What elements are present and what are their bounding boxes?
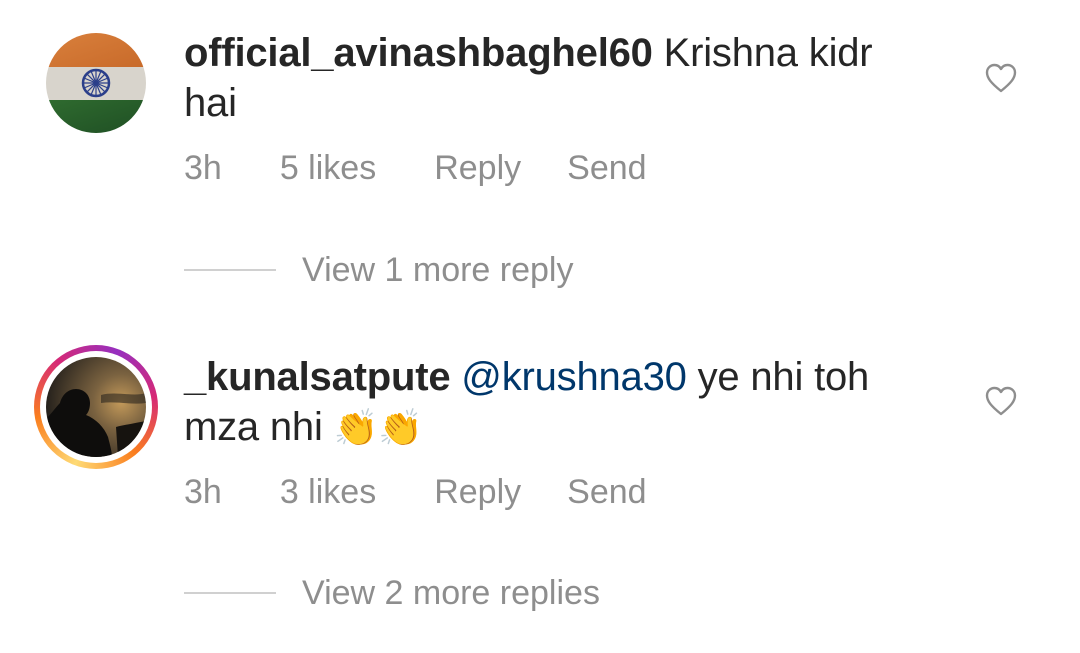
- mention-link[interactable]: @krushna30: [461, 355, 687, 399]
- likes-count-button[interactable]: 3 likes: [280, 472, 376, 512]
- clapping-hands-emoji-icon: 👏👏: [333, 408, 423, 450]
- reply-button[interactable]: Reply: [434, 472, 521, 512]
- story-ring[interactable]: [34, 345, 158, 469]
- view-more-replies-button[interactable]: View 1 more reply: [184, 250, 574, 290]
- comment-timestamp: 3h: [184, 473, 222, 511]
- comment-username[interactable]: _kunalsatpute: [184, 355, 451, 399]
- comment-timestamp: 3h: [184, 149, 222, 187]
- view-more-replies-label: View 2 more replies: [302, 574, 600, 612]
- silhouette-sunset-avatar-icon: [46, 357, 146, 457]
- reply-button[interactable]: Reply: [434, 148, 521, 188]
- avatar[interactable]: [46, 33, 146, 133]
- comment-text: _kunalsatpute @krushna30 ye nhi toh mza …: [184, 352, 924, 454]
- divider-line: [184, 269, 276, 271]
- like-heart-icon[interactable]: [985, 386, 1017, 416]
- view-more-replies-button[interactable]: View 2 more replies: [184, 573, 600, 613]
- avatar: [46, 357, 146, 457]
- comment-text: official_avinashbaghel60 Krishna kidr ha…: [184, 28, 924, 128]
- comment-username[interactable]: official_avinashbaghel60: [184, 31, 653, 75]
- send-button[interactable]: Send: [567, 148, 646, 188]
- view-more-replies-label: View 1 more reply: [302, 251, 574, 289]
- divider-line: [184, 592, 276, 594]
- india-flag-avatar-icon: [46, 33, 146, 133]
- comment-meta: 3h 5 likes Reply Send: [184, 148, 647, 188]
- likes-count-button[interactable]: 5 likes: [280, 148, 376, 188]
- comment-meta: 3h 3 likes Reply Send: [184, 472, 647, 512]
- like-heart-icon[interactable]: [985, 63, 1017, 93]
- send-button[interactable]: Send: [567, 472, 646, 512]
